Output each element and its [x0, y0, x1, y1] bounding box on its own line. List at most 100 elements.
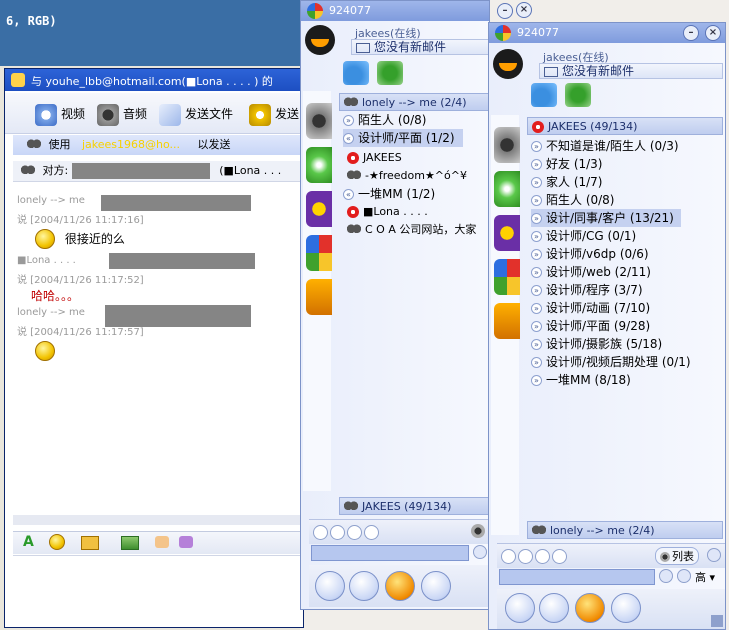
panel1-title-bar[interactable]: 924077 –	[301, 1, 513, 21]
contact-row[interactable]: -★freedom★^ó^¥	[347, 167, 467, 185]
panel2-sidebar	[491, 115, 520, 535]
panel1-footer-group[interactable]: JAKEES (49/134)	[339, 497, 489, 515]
group-row[interactable]: » 设计师/摄影族 (5/18)	[531, 335, 721, 353]
tab-groups[interactable]	[494, 171, 520, 207]
user-avatar[interactable]	[305, 25, 335, 55]
tab-friends[interactable]	[306, 103, 332, 139]
group-label: 设计师/摄影族 (5/18)	[546, 337, 663, 351]
contact-row[interactable]: ■Lona . . . .	[347, 203, 428, 221]
group-row[interactable]: « 设计师/平面 (1/2)	[343, 129, 463, 147]
tab-groups[interactable]	[306, 147, 332, 183]
font-icon[interactable]: A	[23, 534, 34, 550]
system-button[interactable]	[611, 593, 641, 623]
message-text: 哈哈。。。	[31, 289, 80, 303]
panel2-group-header[interactable]: JAKEES (49/134)	[527, 117, 723, 135]
tab-mobile[interactable]	[494, 303, 520, 339]
list-button[interactable]: 列表	[655, 547, 699, 565]
prev-icon[interactable]	[313, 525, 328, 540]
chevron-icon: »	[531, 231, 542, 242]
group-row[interactable]: » 设计/同事/客户 (13/21)	[531, 209, 681, 227]
folder-icon[interactable]	[81, 536, 99, 550]
group-row[interactable]: » 设计师/v6dp (0/6)	[531, 245, 721, 263]
audio-button[interactable]: 音频	[97, 101, 147, 127]
tab-mobile[interactable]	[306, 279, 332, 315]
send-file-icon	[159, 103, 181, 126]
panel1-close-button[interactable]: ×	[516, 2, 532, 18]
using-suffix: 以发送	[197, 138, 231, 151]
panel1-group-header[interactable]: lonely --> me (2/4)	[339, 93, 489, 111]
next-icon[interactable]	[347, 525, 362, 540]
panel1-mail-notice[interactable]: 您没有新邮件	[351, 39, 489, 55]
message-log[interactable]: lonely --> me 说 [2004/11/26 11:17:16] 很接…	[13, 185, 301, 525]
search-icon[interactable]	[659, 569, 673, 583]
group-row[interactable]: « 一堆MM (1/2)	[343, 185, 435, 203]
play-icon[interactable]	[330, 525, 345, 540]
group-row[interactable]: » 陌生人 (0/8)	[531, 191, 721, 209]
group-row[interactable]: » 不知道是谁/陌生人 (0/3)	[531, 137, 721, 155]
tab-yahoo[interactable]	[494, 215, 520, 251]
resize-grip-icon[interactable]	[711, 615, 723, 627]
next-icon[interactable]	[535, 549, 550, 564]
prev-icon[interactable]	[501, 549, 516, 564]
qq-show-icon[interactable]	[531, 83, 557, 107]
group-row[interactable]: » 家人 (1/7)	[531, 173, 721, 191]
send-file-button[interactable]: 发送文件	[159, 101, 233, 127]
collapse-icon[interactable]	[707, 548, 721, 562]
minimize-button[interactable]: –	[683, 25, 699, 41]
options-icon[interactable]	[677, 569, 691, 583]
panel2-title-bar[interactable]: 924077 – ×	[489, 23, 725, 43]
group-row[interactable]: » 好友 (1/3)	[531, 155, 721, 173]
message-log-scrollbar[interactable]	[13, 515, 301, 525]
send-account-select[interactable]: jakees1968@ho...	[82, 138, 180, 151]
chat-title-bar[interactable]: 与 youhe_lbb@hotmail.com(■Lona . . . . ) …	[5, 69, 303, 91]
send-more-label: 发送	[275, 107, 300, 121]
panel2-search-input[interactable]	[499, 569, 655, 585]
group-row[interactable]: » 设计师/视频后期处理 (0/1)	[531, 353, 721, 371]
system-button[interactable]	[421, 571, 451, 601]
find-friends-icon[interactable]	[377, 61, 403, 85]
contact-row[interactable]: JAKEES	[347, 149, 402, 167]
panel2-mail-notice[interactable]: 您没有新邮件	[539, 63, 723, 79]
group-row[interactable]: » 设计师/web (2/11)	[531, 263, 721, 281]
panel2-footer-group[interactable]: lonely --> me (2/4)	[527, 521, 723, 539]
send-more-button[interactable]: 发送	[249, 101, 299, 127]
qq-game-button[interactable]	[575, 593, 605, 623]
play-icon[interactable]	[518, 549, 533, 564]
message-input[interactable]	[13, 555, 301, 626]
peer-bar: 对方: (■Lona . . .	[13, 161, 301, 182]
group-row[interactable]: » 陌生人 (0/8)	[343, 111, 427, 129]
tab-services[interactable]	[306, 235, 332, 271]
group-row[interactable]: » 设计师/平面 (9/28)	[531, 317, 721, 335]
volume-button[interactable]	[539, 593, 569, 623]
headset-icon[interactable]	[471, 524, 485, 538]
search-icon[interactable]	[473, 545, 487, 559]
volume-button[interactable]	[349, 571, 379, 601]
find-friends-icon[interactable]	[565, 83, 591, 107]
chat-bubble-icon[interactable]	[179, 536, 193, 548]
tab-services[interactable]	[494, 259, 520, 295]
user-avatar[interactable]	[493, 49, 523, 79]
emoticon-picker-icon[interactable]	[49, 534, 65, 550]
group-row[interactable]: » 一堆MM (8/18)	[531, 371, 721, 389]
qq-show-icon[interactable]	[343, 61, 369, 85]
stop-icon[interactable]	[552, 549, 567, 564]
group-row[interactable]: » 设计师/动画 (7/10)	[531, 299, 721, 317]
group-row[interactable]: » 设计师/CG (0/1)	[531, 227, 721, 245]
hand-icon[interactable]	[155, 536, 169, 548]
group-row[interactable]: » 设计师/程序 (3/7)	[531, 281, 721, 299]
stop-icon[interactable]	[364, 525, 379, 540]
list-label: 列表	[672, 550, 694, 563]
tab-yahoo[interactable]	[306, 191, 332, 227]
panel1-search-input[interactable]	[311, 545, 469, 561]
menu-button[interactable]	[315, 571, 345, 601]
ime-indicator[interactable]: 高 ▾	[695, 569, 715, 585]
tab-friends[interactable]	[494, 127, 520, 163]
audio-label: 音频	[123, 107, 148, 121]
close-button[interactable]: ×	[705, 25, 721, 41]
menu-button[interactable]	[505, 593, 535, 623]
qq-game-button[interactable]	[385, 571, 415, 601]
video-button[interactable]: 视频	[35, 101, 85, 127]
minimize-button[interactable]: –	[497, 3, 513, 19]
contact-row[interactable]: C O A 公司网站，大家	[347, 221, 476, 239]
picture-icon[interactable]	[121, 536, 139, 550]
